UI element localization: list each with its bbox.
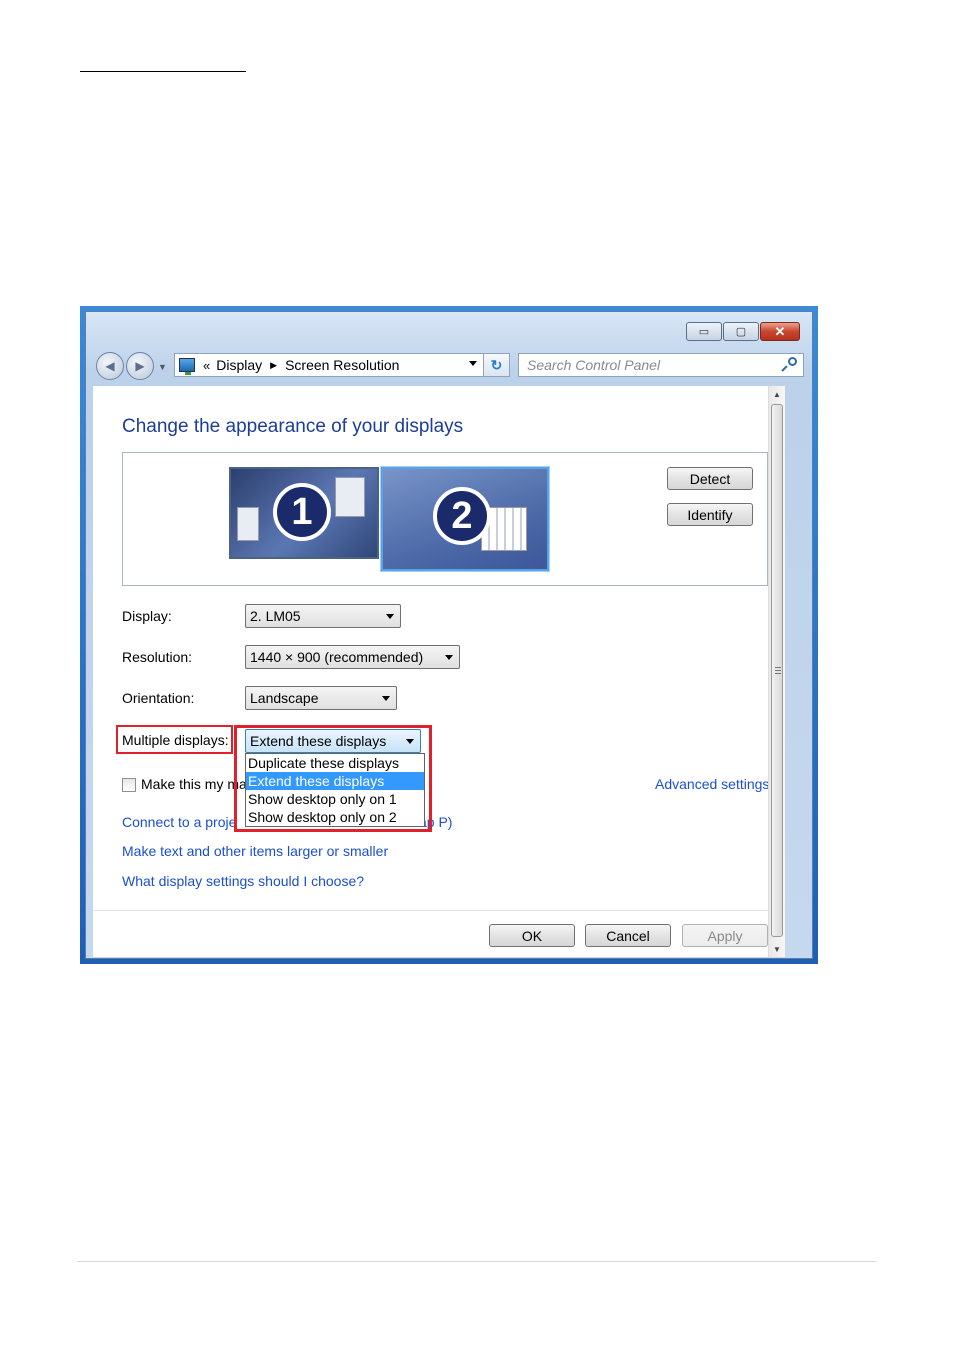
highlight-box-dropdown — [234, 725, 432, 832]
scrollbar-grip-icon — [775, 667, 781, 675]
detect-button[interactable]: Detect — [667, 467, 753, 490]
breadcrumb-overflow[interactable]: « — [203, 358, 210, 373]
breadcrumb-screen-resolution[interactable]: Screen Resolution — [285, 357, 399, 373]
monitor-number: 2 — [433, 487, 491, 545]
orientation-label: Orientation: — [122, 690, 195, 706]
ok-button[interactable]: OK — [489, 924, 575, 947]
display-label: Display: — [122, 608, 172, 624]
maximize-icon: ▢ — [735, 326, 747, 338]
monitor-window-icon — [237, 507, 259, 541]
monitor-window-icon — [335, 477, 365, 517]
scrollbar-thumb[interactable] — [771, 404, 783, 937]
chevron-down-icon — [382, 696, 390, 701]
refresh-button[interactable]: ↻ — [484, 353, 510, 377]
forward-arrow-icon: ▶ — [135, 359, 145, 373]
highlight-box-label — [116, 725, 233, 754]
display-settings-help-link[interactable]: What display settings should I choose? — [122, 873, 364, 889]
scroll-up-arrow-icon[interactable]: ▲ — [769, 386, 785, 402]
document-bottom-rule — [77, 1261, 877, 1262]
display-select-value: 2. LM05 — [250, 608, 301, 624]
search-icon[interactable] — [781, 357, 797, 373]
caption-buttons: ▭ ▢ ✕ — [685, 322, 800, 341]
main-display-checkbox[interactable] — [122, 778, 136, 792]
refresh-icon: ↻ — [490, 356, 503, 373]
forward-button[interactable]: ▶ — [126, 352, 154, 380]
window-frame: ▭ ▢ ✕ ◀ ▶ ▼ « Display ▶ Screen Resolutio… — [85, 311, 813, 959]
close-icon: ✕ — [774, 323, 786, 339]
breadcrumb-display[interactable]: Display — [216, 357, 262, 373]
maximize-button[interactable]: ▢ — [723, 322, 759, 341]
search-input[interactable] — [519, 356, 781, 374]
recent-pages-dropdown-icon[interactable]: ▼ — [158, 362, 167, 372]
chevron-down-icon — [386, 614, 394, 619]
apply-button[interactable]: Apply — [682, 924, 768, 947]
monitor-1[interactable]: 1 — [229, 467, 379, 559]
identify-button[interactable]: Identify — [667, 503, 753, 526]
display-select[interactable]: 2. LM05 — [245, 604, 401, 628]
footer-divider — [93, 910, 785, 911]
cancel-button[interactable]: Cancel — [585, 924, 671, 947]
address-bar[interactable]: « Display ▶ Screen Resolution — [174, 353, 484, 377]
page-title: Change the appearance of your displays — [122, 416, 464, 437]
resolution-label: Resolution: — [122, 649, 193, 665]
vertical-scrollbar[interactable]: ▲ ▼ — [768, 386, 785, 957]
orientation-select[interactable]: Landscape — [245, 686, 397, 710]
control-panel-icon — [179, 358, 195, 375]
search-box[interactable] — [518, 353, 804, 377]
breadcrumb-separator-icon[interactable]: ▶ — [270, 360, 277, 371]
back-arrow-icon: ◀ — [105, 359, 115, 373]
minimize-button[interactable]: ▭ — [686, 322, 722, 341]
text-size-link[interactable]: Make text and other items larger or smal… — [122, 843, 388, 859]
monitor-2[interactable]: 2 — [381, 467, 549, 571]
orientation-select-value: Landscape — [250, 690, 319, 706]
connect-projector-link[interactable]: Connect to a proje — [122, 814, 236, 830]
main-display-checkbox-label[interactable]: Make this my ma — [141, 776, 247, 792]
advanced-settings-link[interactable]: Advanced settings — [655, 776, 769, 792]
document-top-rule — [80, 71, 246, 72]
scroll-down-arrow-icon[interactable]: ▼ — [769, 941, 785, 957]
chevron-down-icon — [445, 655, 453, 660]
monitor-arrangement-area: 1 2 Detect Identify — [122, 452, 768, 586]
resolution-select[interactable]: 1440 × 900 (recommended) — [245, 645, 460, 669]
back-button[interactable]: ◀ — [96, 352, 124, 380]
minimize-icon: ▭ — [698, 326, 710, 338]
screen-resolution-window: ▭ ▢ ✕ ◀ ▶ ▼ « Display ▶ Screen Resolutio… — [80, 306, 818, 964]
monitor-number: 1 — [273, 483, 331, 541]
close-button[interactable]: ✕ — [760, 322, 800, 341]
content-pane: Change the appearance of your displays 1… — [93, 386, 785, 957]
address-dropdown-icon[interactable] — [469, 361, 477, 366]
resolution-select-value: 1440 × 900 (recommended) — [250, 649, 424, 665]
